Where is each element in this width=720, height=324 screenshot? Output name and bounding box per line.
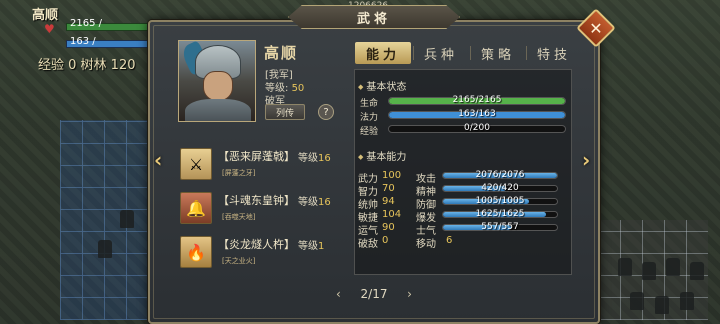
stat-value: 104 [382,209,402,220]
equipment-name: 【炎龙燧人杵】 [218,238,295,251]
equipment-name: 【斗魂东皇钟】 [218,194,295,207]
equipment-level: 等级16 [298,153,331,164]
general-name: 高顺 [264,44,299,62]
enemy-unit[interactable] [666,258,680,276]
hud-hp-label: 2165 / [70,18,102,29]
hud-status-line: 经验 0 树林 120 [38,58,136,73]
enemy-unit[interactable] [642,262,656,280]
equipment-slot-weapon[interactable]: ⚔ 【恶来屏蓬戟】 等级16 [屏蓬之牙] [178,146,338,184]
equipment-slot-accessory[interactable]: 🔥 【炎龙燧人杵】 等级1 [天之业火] [178,234,338,272]
enemy-unit[interactable] [680,292,694,310]
equipment-level: 等级1 [298,241,325,252]
tab-ability[interactable]: 能力 [355,42,411,64]
bell-icon: 🔔 [180,192,212,224]
pestle-icon: 🔥 [180,236,212,268]
move-value: 6 [446,235,453,246]
equipment-name: 【恶来屏蓬戟】 [218,150,295,163]
prev-general-button[interactable]: ‹ [154,148,162,172]
enemy-unit[interactable] [630,292,644,310]
stat-label: 破敌 [358,239,378,250]
stat-value: 94 [382,196,395,207]
tab-strategy[interactable]: 策略 [470,42,526,64]
stat-value: 90 [382,222,395,233]
burst-value: 1625/1625 [475,209,525,219]
enemy-unit[interactable] [690,262,704,280]
hud-player-name: 高顺 [32,8,59,23]
morale-value: 557/557 [481,222,519,232]
halberd-icon: ⚔ [180,148,212,180]
equipment-effect: [吞噬天地] [222,213,256,221]
equipment-level: 等级16 [298,197,331,208]
ally-unit[interactable] [120,210,134,228]
stat-label: 移动 [416,239,436,250]
spirit-value: 420/420 [481,183,519,193]
pager-current: 2/17 [360,287,388,301]
defense-value: 1005/1005 [475,196,525,206]
basic-status-header: 基本状态 [358,78,406,93]
hud-mp-label: 163 / [70,36,96,47]
biography-button[interactable]: 列传 [265,104,305,120]
equipment-effect: [天之业火] [222,257,256,265]
tab-troop-type[interactable]: 兵种 [413,42,469,64]
pager-next-icon[interactable]: › [407,287,412,301]
dialog-title: 武将 [356,11,391,27]
next-general-button[interactable]: › [582,148,590,172]
general-portrait [178,40,256,122]
dialog-title-plate: 武将 [288,5,460,29]
equipment-slot-armor[interactable]: 🔔 【斗魂东皇钟】 等级16 [吞噬天地] [178,190,338,228]
game-screen: 高顺 ♥ 2165 / 163 / 经验 0 树林 120 1206626 武将… [0,0,720,324]
tab-skill[interactable]: 特技 [526,42,582,64]
stat-value: 100 [382,170,402,181]
basic-ability-header: 基本能力 [358,148,406,163]
enemy-unit[interactable] [618,258,632,276]
pager: ‹ 2/17 › [336,284,412,304]
stat-value: 0 [382,235,389,246]
heart-icon: ♥ [44,22,55,36]
stat-value: 70 [382,183,395,194]
help-button[interactable]: ? [318,104,334,120]
pager-prev-icon[interactable]: ‹ [336,287,341,301]
enemy-unit[interactable] [655,296,669,314]
ally-unit[interactable] [98,240,112,258]
close-x-icon: ✕ [589,18,603,38]
attack-value: 2076/2076 [475,170,525,180]
equipment-effect: [屏蓬之牙] [222,169,256,177]
